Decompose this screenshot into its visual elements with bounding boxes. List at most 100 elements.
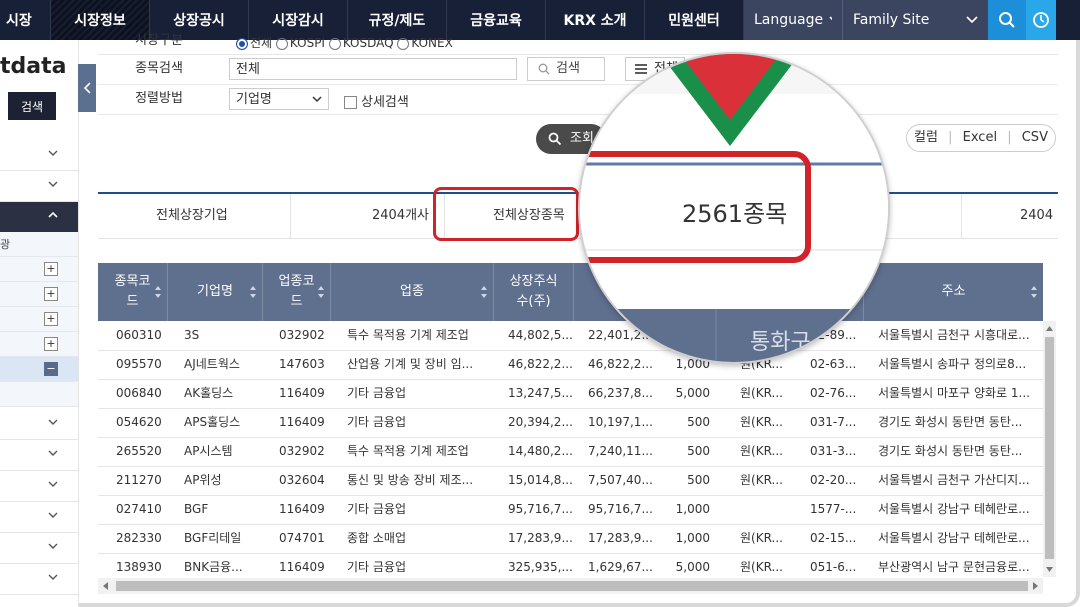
cell-col9: 1577-... xyxy=(810,502,857,516)
cell-industry-code: 116409 xyxy=(279,386,325,400)
sidebar-subitem[interactable] xyxy=(0,382,78,407)
table-row[interactable]: 282330 BGF리테일 074701 종합 소매업 17,283,9... 17,28… xyxy=(98,524,1043,554)
header-line: 업종코 xyxy=(278,274,315,289)
table-row[interactable]: 095570 AJ네트웍스 147603 산업용 기계 및 장비 임... 46,822… xyxy=(98,350,1043,380)
sidebar-menu-item[interactable] xyxy=(0,533,78,564)
header-listed-shares[interactable]: 상장주식 수(주) xyxy=(494,263,574,321)
sidebar-menu-item[interactable] xyxy=(0,171,78,202)
csv-button[interactable]: CSV xyxy=(1022,130,1048,145)
sidebar-menu-item[interactable] xyxy=(0,140,78,171)
market-label: 시장구분 xyxy=(135,33,183,48)
scroll-up-icon[interactable] xyxy=(1043,323,1056,335)
sidebar-subitem[interactable]: 광 xyxy=(0,232,78,257)
cell-stock-code: 095570 xyxy=(116,357,162,371)
scroll-right-icon[interactable] xyxy=(1029,578,1041,594)
header-industry[interactable]: 업종 xyxy=(331,263,494,321)
cell-industry-code: 147603 xyxy=(279,357,325,371)
cell-industry-code: 116409 xyxy=(279,502,325,516)
sidebar-menu-item-open[interactable] xyxy=(0,202,78,233)
cell-listed-shares: 46,822,2... xyxy=(508,357,572,371)
plus-icon[interactable]: + xyxy=(44,262,58,276)
cell-industry: 기타 금융업 xyxy=(347,415,407,429)
table-row[interactable]: 211270 AP위성 032604 통신 및 방송 장비 제조... 15,014,8… xyxy=(98,466,1043,496)
excel-button[interactable]: Excel xyxy=(963,130,997,145)
chevron-down-icon xyxy=(48,419,58,425)
market-radio-group: 전체 KOSPI KOSDAQ KONEX xyxy=(236,34,453,51)
cell-listed-shares: 20,394,2... xyxy=(508,415,572,429)
cell-industry: 종합 소매업 xyxy=(347,531,407,545)
nav-item-market[interactable]: 시장 xyxy=(0,0,51,40)
detail-search-toggle[interactable]: 상세검색 xyxy=(344,91,409,110)
radio-kospi[interactable] xyxy=(275,37,288,50)
table-header: 종목코드 기업명 업종코드 업종 상장주식수(주) (... 주소 xyxy=(98,263,1043,321)
cell-col6: 95,716,7... xyxy=(588,502,653,516)
summary-divider xyxy=(961,194,962,238)
sidebar-menu-item[interactable] xyxy=(0,409,78,440)
scroll-down-icon[interactable] xyxy=(1043,563,1056,575)
cell-col6: 66,237,8... xyxy=(588,386,653,400)
sidebar-subitem[interactable]: + xyxy=(0,282,78,307)
sidebar-menu-item[interactable] xyxy=(0,564,78,595)
listed-companies-label: 전체상장기업 xyxy=(156,208,228,223)
horizontal-scrollbar[interactable] xyxy=(98,578,1043,594)
header-address[interactable]: 주소 xyxy=(864,263,1043,321)
plus-icon[interactable]: + xyxy=(44,312,58,326)
magnifier-lens: 2561종목 통화구 xyxy=(578,52,890,364)
column-button[interactable]: 컬럼 xyxy=(914,130,938,145)
header-company-name[interactable]: 기업명 xyxy=(168,263,263,321)
sort-row: 정렬방법 기업명 상세검색 xyxy=(98,84,1058,115)
cell-address: 경기도 화성시 동탄면 동탄... xyxy=(878,444,1023,458)
stock-search-button-label: 검색 xyxy=(556,61,580,76)
sort-select[interactable]: 기업명 xyxy=(229,88,329,110)
vertical-scrollbar[interactable] xyxy=(1043,321,1056,577)
cell-col7: 500 xyxy=(687,473,710,487)
cell-col9: 031-3... xyxy=(810,444,857,458)
scroll-left-icon[interactable] xyxy=(100,578,112,594)
cell-listed-shares: 95,716,7... xyxy=(508,502,572,516)
sidebar-subitem-selected[interactable]: − xyxy=(0,357,78,382)
cell-col6: 10,197,1... xyxy=(588,415,653,429)
scroll-thumb[interactable] xyxy=(1045,337,1054,559)
sidebar-collapse-button[interactable] xyxy=(78,64,96,112)
table-row[interactable]: 006840 AK홀딩스 116409 기타 금융업 13,247,5... 66,237… xyxy=(98,379,1043,409)
cell-col8: 원(KR... xyxy=(740,531,783,545)
radio-konex[interactable] xyxy=(397,37,410,50)
sidebar-subitem[interactable]: + xyxy=(0,307,78,332)
sidebar-subitem[interactable]: + xyxy=(0,332,78,357)
chevron-down-icon xyxy=(48,181,58,187)
cell-company-name: AP시스템 xyxy=(184,444,233,458)
plus-icon[interactable]: + xyxy=(44,287,58,301)
radio-kosdaq[interactable] xyxy=(328,37,341,50)
cell-company-name: 3S xyxy=(184,328,200,342)
sort-icon xyxy=(318,286,324,298)
scroll-thumb[interactable] xyxy=(116,581,1028,591)
cell-company-name: AK홀딩스 xyxy=(184,386,234,400)
cell-listed-shares: 14,480,2... xyxy=(508,444,572,458)
table-row[interactable]: 054620 APS홀딩스 116409 기타 금융업 20,394,2... 10,19… xyxy=(98,408,1043,438)
sidebar-menu-item[interactable] xyxy=(0,471,78,502)
export-divider: | xyxy=(1007,130,1012,145)
header-industry-code[interactable]: 업종코 드 xyxy=(263,263,331,321)
sidebar-search-button[interactable]: 검색 xyxy=(8,92,56,120)
header-line: 수(주) xyxy=(516,294,551,309)
minus-icon[interactable]: − xyxy=(44,362,58,376)
plus-icon[interactable]: + xyxy=(44,337,58,351)
checkbox[interactable] xyxy=(344,96,357,109)
stock-search-input[interactable]: 전체 xyxy=(229,58,517,80)
table-row[interactable]: 027410 BGF 116409 기타 금융업 95,716,7... 95,716,7… xyxy=(98,495,1043,525)
chevron-down-icon xyxy=(966,16,978,24)
sidebar-menu-item[interactable] xyxy=(0,502,78,533)
header-stock-code[interactable]: 종목코 드 xyxy=(98,263,168,321)
radio-all-label: 전체 xyxy=(250,36,273,50)
sidebar-subitem[interactable]: + xyxy=(0,257,78,282)
header-line: 기업명 xyxy=(197,284,233,299)
sidebar-menu-item[interactable] xyxy=(0,440,78,471)
radio-all[interactable] xyxy=(236,37,248,50)
cell-stock-code: 006840 xyxy=(116,386,162,400)
magnified-stock-count: 2561종목 xyxy=(682,200,788,228)
radio-konex-label: KONEX xyxy=(411,36,453,50)
export-divider: | xyxy=(948,130,953,145)
chevron-down-icon xyxy=(48,481,58,487)
table-row[interactable]: 0603103S032902특수 목적용 기계 제조업44,802,5...22… xyxy=(98,321,1043,351)
table-row[interactable]: 265520 AP시스템 032902 특수 목적용 기계 제조업 14,480,2..… xyxy=(98,437,1043,467)
